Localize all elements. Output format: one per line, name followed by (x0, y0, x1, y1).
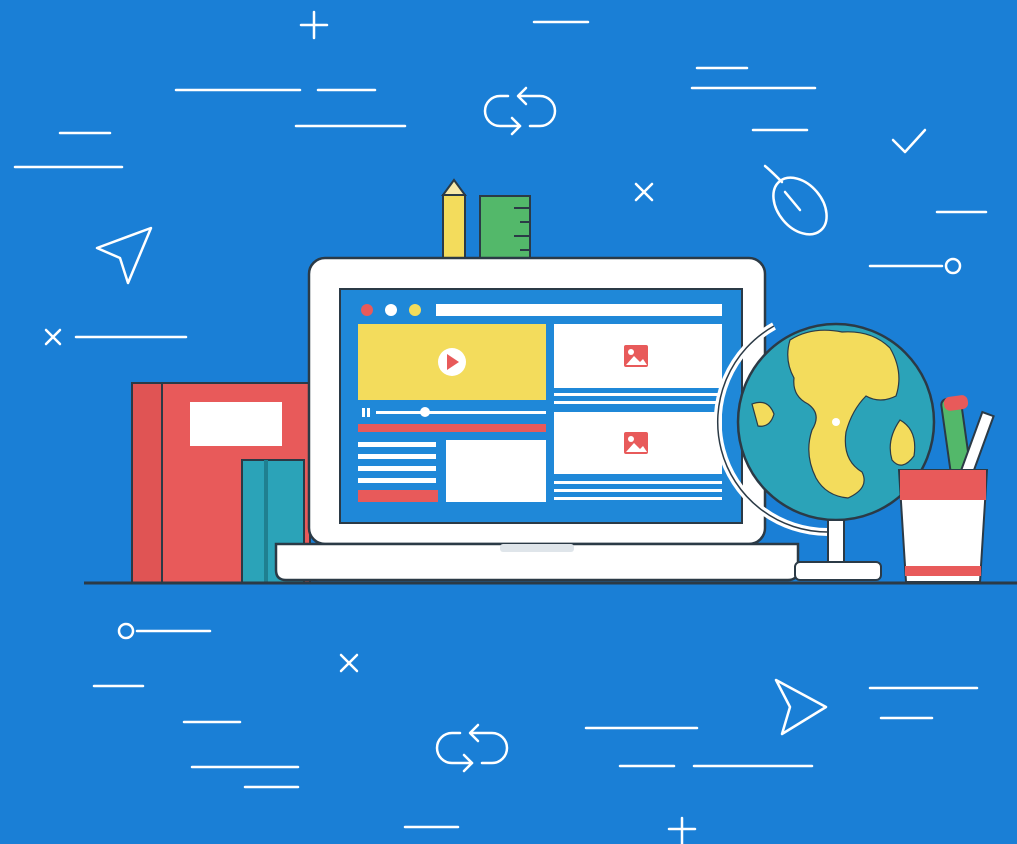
refresh-icon (483, 86, 557, 136)
globe-stem (827, 519, 845, 567)
red-button-bar (358, 490, 438, 502)
close-line-icon (44, 328, 188, 346)
cup-band-top (900, 470, 986, 500)
globe-pivot (832, 418, 840, 426)
text-line (358, 442, 436, 447)
marker-cap (943, 395, 969, 411)
illustration-scene (0, 0, 1017, 844)
close-icon (634, 182, 654, 202)
globe-base (794, 561, 882, 581)
send-arrow-icon (774, 678, 828, 736)
text-line (554, 393, 722, 396)
pencil (442, 194, 466, 266)
pause-mark (367, 408, 370, 417)
image-icon (624, 432, 648, 454)
plus-icon (299, 10, 329, 40)
text-line (554, 497, 722, 500)
e-learning-illustration (13, 10, 1017, 844)
plus-icon (667, 816, 697, 844)
seek-knob (420, 407, 430, 417)
mouse-icon (763, 164, 828, 236)
book-teal-spine (264, 460, 268, 583)
pause-mark (362, 408, 365, 417)
window-dot-yellow (409, 304, 421, 316)
progress-bar (358, 424, 546, 432)
text-line (358, 466, 436, 471)
window-dot-white (385, 304, 397, 316)
window-dot-red (361, 304, 373, 316)
laptop-notch (500, 544, 574, 552)
seek-track (376, 411, 546, 414)
content-box (446, 440, 546, 502)
text-line (358, 454, 436, 459)
text-line (554, 481, 722, 484)
text-line (358, 478, 436, 483)
send-arrow-icon (95, 226, 153, 285)
address-bar (436, 304, 722, 316)
circle-line-icon (117, 622, 212, 640)
text-line (554, 489, 722, 492)
pencil-tip (441, 178, 467, 196)
close-icon (339, 653, 359, 673)
play-icon (438, 348, 466, 376)
text-line (554, 401, 722, 404)
refresh-icon (435, 723, 509, 773)
circle-line-icon (868, 257, 962, 275)
cup-band-bottom (905, 566, 981, 576)
image-icon (624, 345, 648, 367)
book-label (190, 402, 282, 446)
ruler (479, 195, 531, 267)
pencil-ruler (441, 178, 531, 267)
check-icon (891, 128, 927, 154)
